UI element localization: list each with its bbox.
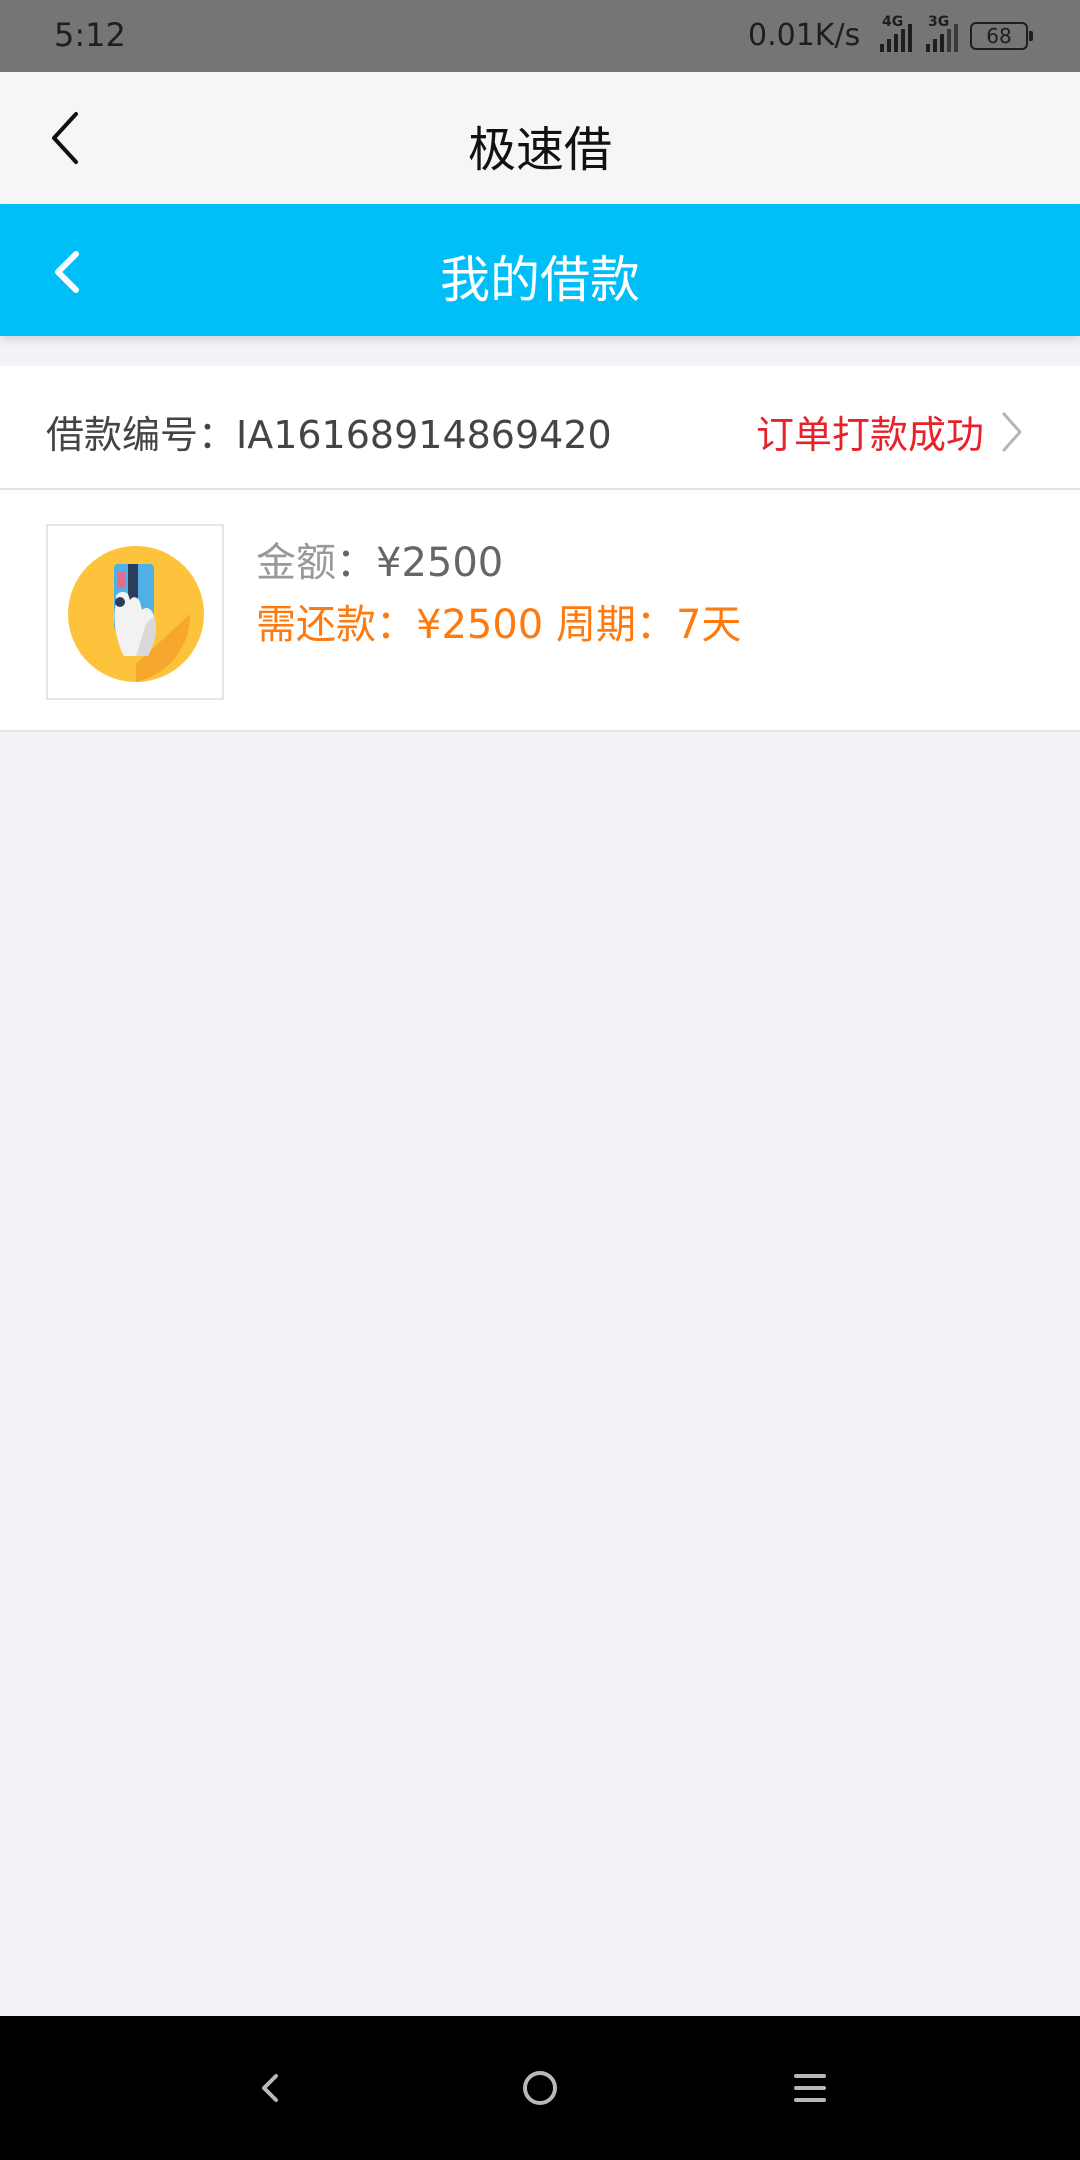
app-title: 极速借 bbox=[467, 122, 612, 178]
page-title: 我的借款 bbox=[440, 251, 640, 309]
loan-amount-value: ：¥2500 bbox=[336, 540, 504, 586]
nav-home-button[interactable] bbox=[510, 2060, 570, 2116]
status-bar: 5:12 0.01K/s 4G 3G 68 bbox=[0, 0, 1080, 72]
signal-4g-icon: 4G bbox=[878, 14, 918, 54]
nav-menu-icon bbox=[794, 2074, 826, 2102]
chevron-right-icon bbox=[1002, 412, 1022, 452]
loan-repay-info: 需还款：¥2500 周期：7天 bbox=[256, 602, 742, 648]
page-header: 我的借款 bbox=[0, 204, 1080, 336]
nav-home-icon bbox=[523, 2071, 557, 2105]
loan-order-detail[interactable]: 金额：¥2500 需还款：¥2500 周期：7天 bbox=[0, 490, 1080, 732]
loan-amount: 金额：¥2500 bbox=[256, 530, 503, 588]
loan-thumbnail bbox=[46, 524, 224, 700]
loan-order-header[interactable]: 借款编号：IA16168914869420 订单打款成功 bbox=[0, 366, 1080, 490]
status-net-speed: 0.01K/s bbox=[748, 18, 861, 53]
nav-back-button[interactable] bbox=[240, 2060, 300, 2116]
loan-status[interactable]: 订单打款成功 bbox=[756, 404, 984, 459]
credit-card-hand-icon bbox=[68, 546, 204, 682]
status-time: 5:12 bbox=[54, 16, 126, 54]
nav-menu-button[interactable] bbox=[780, 2060, 840, 2116]
loan-amount-label: 金额 bbox=[256, 540, 336, 586]
app-header: 极速借 bbox=[0, 72, 1080, 204]
system-nav-bar bbox=[0, 2016, 1080, 2160]
battery-icon: 68 bbox=[970, 22, 1033, 50]
loan-number: 借款编号：IA16168914869420 bbox=[46, 413, 612, 457]
signal-3g-icon: 3G bbox=[924, 14, 964, 54]
battery-level: 68 bbox=[986, 24, 1012, 48]
nav-back-icon bbox=[262, 2074, 278, 2102]
